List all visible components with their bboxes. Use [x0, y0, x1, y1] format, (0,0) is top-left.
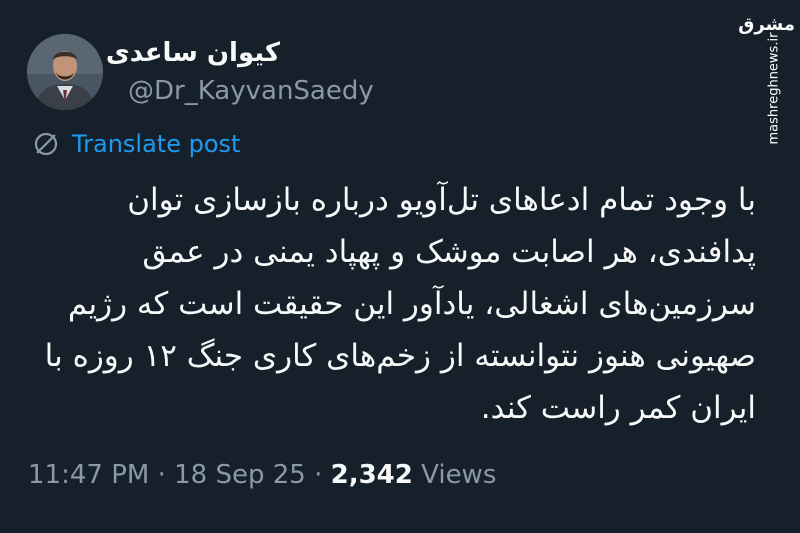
author-display-name[interactable]: کیوان ساعدی	[106, 38, 280, 68]
post-time[interactable]: 11:47 PM	[28, 460, 149, 490]
views-count: 2,342	[330, 460, 413, 490]
avatar[interactable]	[27, 34, 103, 110]
post-text-line: پدافندی، هر اصابت موشک و پهپاد یمنی در ع…	[142, 234, 756, 270]
post-text: با وجود تمام ادعاهای تل‌آویو درباره بازس…	[26, 174, 756, 434]
watermark: مشرق mashreghnews.ir	[738, 10, 795, 145]
translate-post-button[interactable]: Translate post	[32, 128, 240, 160]
post-meta: 11:47 PM · 18 Sep 25 · 2,342 Views	[28, 460, 496, 490]
meta-separator: ·	[157, 460, 166, 490]
author-handle[interactable]: @Dr_KayvanSaedy	[128, 76, 374, 106]
post-text-line: صهیونی هنوز نتوانسته از زخم‌های کاری جنگ…	[44, 338, 756, 374]
globe-icon	[34, 132, 58, 156]
watermark-site: mashreghnews.ir	[766, 32, 782, 145]
tweet-card: کیوان ساعدی @Dr_KayvanSaedy Translate po…	[0, 0, 800, 533]
avatar-photo-icon	[27, 34, 103, 110]
translate-post-label: Translate post	[72, 130, 241, 158]
post-date[interactable]: 18 Sep 25	[174, 460, 306, 490]
meta-separator: ·	[314, 460, 323, 490]
post-text-line: ایران کمر راست کند.	[480, 390, 756, 426]
post-text-line: سرزمین‌های اشغالی، یادآور این حقیقت است …	[67, 286, 756, 322]
views-label: Views	[421, 460, 497, 490]
post-text-line: با وجود تمام ادعاهای تل‌آویو درباره بازس…	[127, 182, 756, 218]
